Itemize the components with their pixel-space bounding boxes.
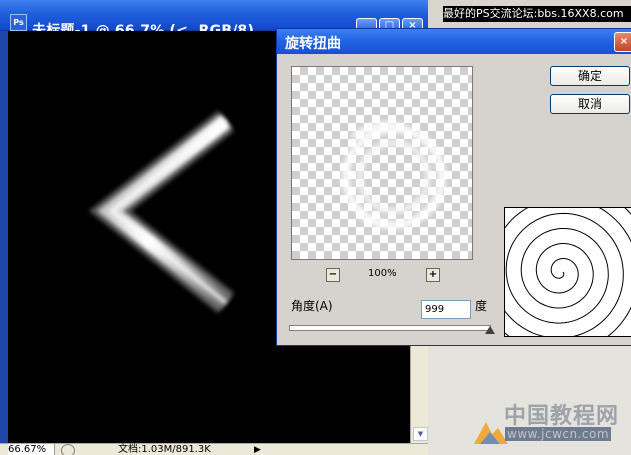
twirl-dialog: 旋转扭曲 × − 100% + 确定 取消 角度(A) 度: [276, 28, 631, 354]
angle-slider-thumb[interactable]: [485, 326, 495, 334]
angle-input[interactable]: [421, 300, 471, 319]
document-titlebar[interactable]: Ps 未标题-1 @ 66.7% (<, RGB/8) _ □ ×: [0, 0, 428, 39]
preview-zoom-level: 100%: [368, 268, 397, 279]
angle-slider-track[interactable]: [289, 325, 491, 331]
filter-preview[interactable]: [291, 66, 473, 260]
ok-button[interactable]: 确定: [550, 66, 630, 86]
twirl-diagram: [475, 182, 631, 354]
status-icon[interactable]: [61, 444, 75, 455]
zoom-level-field[interactable]: 66.67%: [8, 444, 55, 455]
document-size-info: 文档:1.03M/891.3K: [118, 444, 211, 455]
spiral-icon: [475, 182, 631, 354]
zoom-out-button[interactable]: −: [326, 268, 340, 282]
watermark-url: www.jcwcn.com: [505, 427, 612, 441]
window-border: [0, 31, 8, 443]
site-banner: 最好的PS交流论坛:bbs.16XX8.com: [443, 6, 631, 22]
dialog-close-button[interactable]: ×: [614, 32, 631, 52]
scroll-down-arrow-icon[interactable]: ▼: [413, 427, 428, 441]
dialog-title: 旋转扭曲: [285, 36, 341, 52]
angle-unit-label: 度: [475, 299, 488, 313]
photoshop-icon: Ps: [10, 14, 27, 31]
twirl-preview-image: [342, 121, 446, 229]
status-bar: 66.67% 文档:1.03M/891.3K ▶: [0, 443, 428, 455]
zoom-in-button[interactable]: +: [426, 268, 440, 282]
cancel-button[interactable]: 取消: [550, 94, 630, 114]
watermark-title: 中国教程网: [504, 403, 620, 429]
dialog-titlebar[interactable]: 旋转扭曲 ×: [277, 29, 631, 54]
angle-label: 角度(A): [291, 299, 333, 313]
status-menu-arrow-icon[interactable]: ▶: [254, 444, 261, 455]
